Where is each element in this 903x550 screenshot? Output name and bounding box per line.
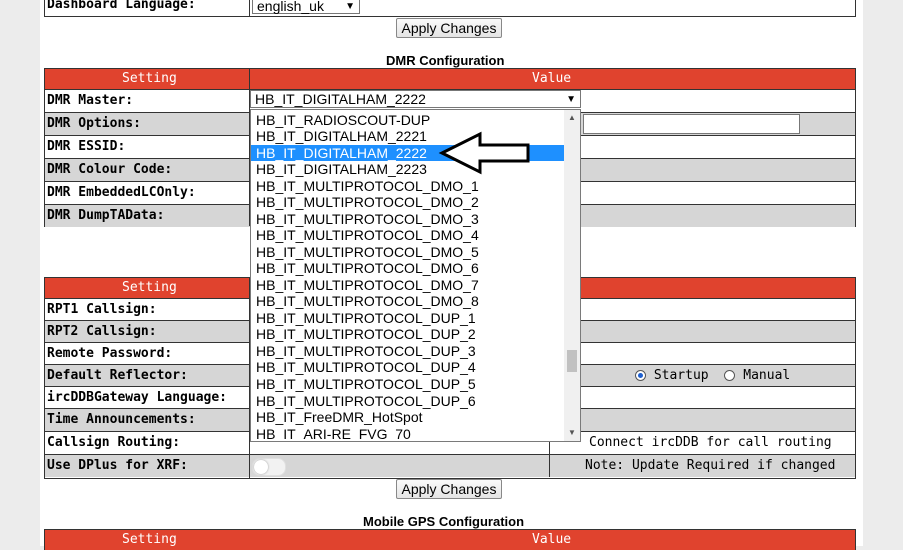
apply-changes-button-bottom[interactable]: Apply Changes — [396, 479, 502, 499]
dmr-master-selected-value: HB_IT_DIGITALHAM_2222 — [255, 91, 426, 107]
default-reflector-label: Default Reflector: — [47, 368, 188, 383]
dropdown-option[interactable]: HB_IT_MULTIPROTOCOL_DMO_3 — [251, 211, 565, 227]
manual-radio[interactable] — [724, 370, 736, 381]
chevron-down-icon: ▼ — [345, 1, 355, 12]
time-announcements-label: Time Announcements: — [47, 412, 196, 427]
dropdown-option[interactable]: HB_IT_MULTIPROTOCOL_DUP_4 — [251, 359, 565, 375]
dmr-options-label: DMR Options: — [47, 116, 141, 131]
dropdown-option[interactable]: HB_IT_RADIOSCOUT-DUP — [251, 112, 565, 128]
gps-config-table: Setting Value — [44, 529, 856, 550]
scroll-up-arrow-icon[interactable]: ▲ — [564, 110, 580, 126]
scrollbar-thumb[interactable] — [567, 350, 577, 372]
dmr-master-select[interactable]: HB_IT_DIGITALHAM_2222 ▼ — [250, 90, 581, 108]
dropdown-option[interactable]: HB_IT_MULTIPROTOCOL_DMO_1 — [251, 178, 565, 194]
dropdown-option[interactable]: HB_IT_FreeDMR_HotSpot — [251, 409, 565, 425]
dashboard-language-label: Dashboard Language: — [47, 0, 196, 12]
dmr-embeddedlconly-label: DMR EmbeddedLCOnly: — [47, 185, 196, 200]
dmr-essid-label: DMR ESSID: — [47, 139, 126, 154]
gps-section-title: Mobile GPS Configuration — [363, 514, 525, 529]
callsign-routing-label: Callsign Routing: — [47, 435, 181, 450]
dropdown-option[interactable]: HB_IT_MULTIPROTOCOL_DMO_2 — [251, 194, 565, 210]
rpt2-callsign-label: RPT2 Callsign: — [47, 324, 157, 339]
dropdown-option[interactable]: HB_IT_MULTIPROTOCOL_DUP_5 — [251, 376, 565, 392]
dmr-dumptadata-label: DMR DumpTAData: — [47, 208, 165, 223]
dropdown-option[interactable]: HB_IT_MULTIPROTOCOL_DUP_3 — [251, 343, 565, 359]
dropdown-option[interactable]: HB_IT_MULTIPROTOCOL_DUP_2 — [251, 326, 565, 342]
dmr-header-value: Value — [532, 71, 572, 86]
dmr-colour-code-label: DMR Colour Code: — [47, 162, 173, 177]
dropdown-option[interactable]: HB_IT_ARI-RE_FVG_70 — [251, 426, 565, 441]
dstar-header-setting: Setting — [122, 280, 177, 295]
chevron-down-icon: ▼ — [566, 94, 576, 105]
manual-label: Manual — [743, 368, 791, 383]
startup-label: Startup — [653, 368, 709, 383]
dmr-table-header: Setting Value — [45, 69, 855, 89]
gps-header-value: Value — [532, 532, 572, 547]
dropdown-option[interactable]: HB_IT_MULTIPROTOCOL_DMO_6 — [251, 260, 565, 276]
dashboard-language-select[interactable]: english_uk ▼ — [252, 0, 360, 14]
apply-changes-button-top[interactable]: Apply Changes — [396, 18, 502, 38]
dropdown-option[interactable]: HB_IT_MULTIPROTOCOL_DMO_4 — [251, 227, 565, 243]
dmr-master-label: DMR Master: — [47, 93, 134, 108]
use-dplus-label: Use DPlus for XRF: — [47, 458, 188, 473]
dropdown-option[interactable]: HB_IT_MULTIPROTOCOL_DMO_8 — [251, 293, 565, 309]
dropdown-option[interactable]: HB_IT_MULTIPROTOCOL_DUP_6 — [251, 393, 565, 409]
callsign-routing-note: Connect ircDDB for call routing — [589, 435, 832, 450]
scroll-down-arrow-icon[interactable]: ▼ — [564, 425, 580, 441]
rpt1-callsign-label: RPT1 Callsign: — [47, 302, 157, 317]
startup-radio[interactable] — [635, 370, 646, 381]
dropdown-option[interactable]: HB_IT_MULTIPROTOCOL_DUP_1 — [251, 310, 565, 326]
dropdown-option[interactable]: HB_IT_MULTIPROTOCOL_DMO_5 — [251, 244, 565, 260]
use-dplus-row: Use DPlus for XRF: Note: Update Required… — [45, 454, 855, 477]
dashboard-language-value: english_uk — [257, 0, 324, 14]
dplus-update-note: Note: Update Required if changed — [585, 458, 836, 473]
remote-password-label: Remote Password: — [47, 346, 173, 361]
dropdown-option[interactable]: HB_IT_MULTIPROTOCOL_DMO_7 — [251, 277, 565, 293]
use-dplus-toggle[interactable] — [252, 458, 286, 476]
dashboard-config-table: Dashboard Language: english_uk ▼ — [44, 0, 856, 17]
dmr-header-setting: Setting — [122, 71, 177, 86]
gps-header-setting: Setting — [122, 532, 177, 547]
dmr-section-title: DMR Configuration — [386, 53, 505, 68]
startup-radio-group: Startup Manual — [635, 368, 790, 383]
dmr-options-input[interactable] — [583, 114, 800, 134]
gps-table-header: Setting Value — [45, 530, 855, 550]
ircddb-language-label: ircDDBGateway Language: — [47, 390, 228, 405]
dropdown-scrollbar[interactable]: ▲ ▼ — [564, 110, 580, 441]
annotation-arrow-icon — [438, 131, 530, 175]
